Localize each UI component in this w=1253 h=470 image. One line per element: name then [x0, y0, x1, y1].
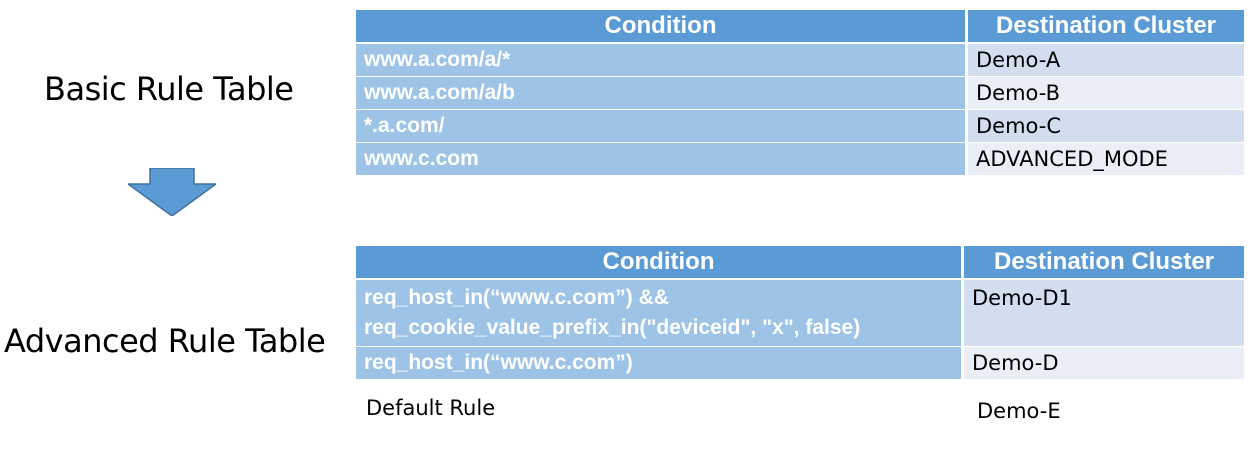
rule-condition-cell: req_host_in(“www.c.com”) — [356, 347, 964, 380]
rule-condition-cell: req_host_in(“www.c.com”) && req_cookie_v… — [356, 280, 964, 347]
basic-condition-header: Condition — [356, 10, 968, 44]
basic-rule-row: *.a.com/ Demo-C — [356, 110, 1244, 143]
rule-condition-cell: www.c.com — [356, 143, 968, 176]
basic-destination-header: Destination Cluster — [968, 10, 1244, 44]
basic-rule-table-label: Basic Rule Table — [44, 70, 294, 108]
basic-table-header-row: Condition Destination Cluster — [356, 10, 1244, 44]
advanced-rule-row: req_host_in(“www.c.com”) && req_cookie_v… — [356, 280, 1244, 347]
default-rule-destination: Demo-E — [977, 399, 1061, 423]
rule-destination-cell: Demo-D1 — [964, 280, 1244, 347]
rule-condition-cell: *.a.com/ — [356, 110, 968, 143]
rule-condition-cell: www.a.com/a/* — [356, 44, 968, 77]
advanced-table-header-row: Condition Destination Cluster — [356, 246, 1244, 280]
advanced-rule-row: req_host_in(“www.c.com”) Demo-D — [356, 347, 1244, 380]
rule-destination-cell: Demo-A — [968, 44, 1244, 77]
advanced-rule-table-label: Advanced Rule Table — [4, 322, 326, 360]
basic-rule-table: Condition Destination Cluster www.a.com/… — [356, 10, 1244, 176]
down-arrow-icon — [128, 168, 216, 216]
rule-condition-cell: www.a.com/a/b — [356, 77, 968, 110]
rule-destination-cell: Demo-C — [968, 110, 1244, 143]
rule-destination-cell: Demo-B — [968, 77, 1244, 110]
advanced-condition-header: Condition — [356, 246, 964, 280]
basic-rule-row: www.c.com ADVANCED_MODE — [356, 143, 1244, 176]
default-rule-label: Default Rule — [366, 396, 496, 420]
rule-destination-cell: ADVANCED_MODE — [968, 143, 1244, 176]
advanced-rule-table: Condition Destination Cluster req_host_i… — [356, 246, 1244, 380]
basic-rule-row: www.a.com/a/* Demo-A — [356, 44, 1244, 77]
rule-destination-cell: Demo-D — [964, 347, 1244, 380]
advanced-destination-header: Destination Cluster — [964, 246, 1244, 280]
condition-line: req_host_in(“www.c.com”) && — [364, 286, 669, 309]
basic-rule-row: www.a.com/a/b Demo-B — [356, 77, 1244, 110]
condition-line: req_cookie_value_prefix_in("deviceid", "… — [364, 316, 861, 339]
